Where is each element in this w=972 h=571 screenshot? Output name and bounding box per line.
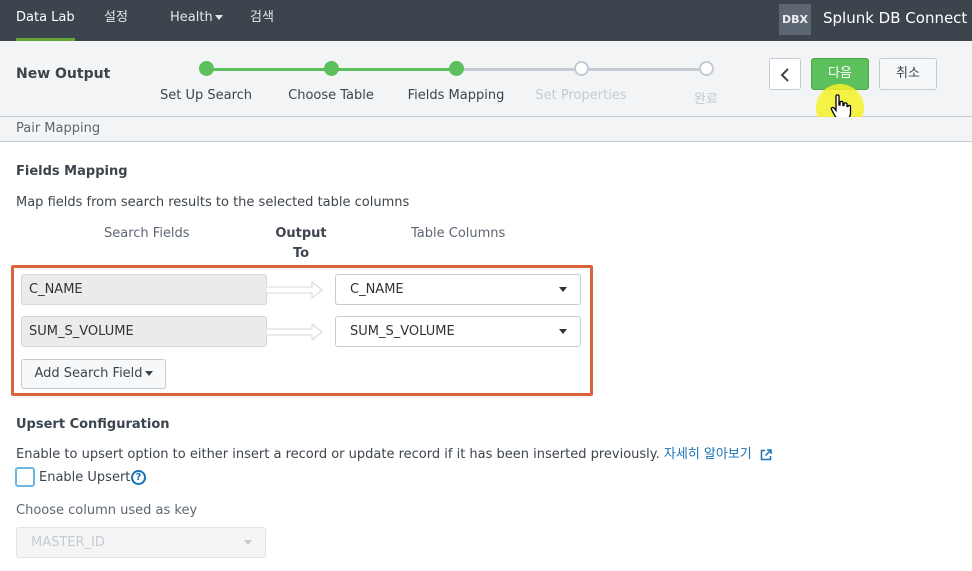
table-column-select-c-name[interactable]: C_NAME — [335, 274, 581, 305]
app-name: Splunk DB Connect — [823, 9, 968, 27]
nav-item-health-label: Health — [170, 10, 213, 25]
upsert-description-text: Enable to upsert option to either insert… — [16, 447, 660, 462]
external-link-icon — [760, 448, 772, 460]
arrow-right-icon — [266, 281, 323, 299]
help-icon[interactable]: ? — [131, 470, 146, 485]
column-header-table-columns: Table Columns — [411, 226, 506, 241]
chevron-down-icon — [244, 540, 252, 545]
step-label-choose-table: Choose Table — [288, 88, 374, 103]
chevron-down-icon — [559, 287, 567, 292]
add-search-field-button[interactable]: Add Search Field — [21, 359, 166, 389]
nav-item-data-lab[interactable]: Data Lab — [16, 0, 75, 41]
column-header-output-to: Output To — [275, 226, 327, 261]
step-dot-done — [699, 61, 714, 76]
search-field-sum-s-volume: SUM_S_VOLUME — [21, 316, 267, 347]
step-dot-choose-table — [324, 61, 339, 76]
nav-item-settings[interactable]: 설정 — [104, 0, 128, 41]
step-label-done: 완료 — [694, 92, 718, 107]
fields-mapping-description: Map fields from search results to the se… — [16, 195, 410, 210]
search-field-c-name: C_NAME — [21, 274, 267, 305]
table-column-value: C_NAME — [350, 282, 404, 297]
step-label-set-properties: Set Properties — [535, 88, 627, 103]
arrow-right-icon — [266, 323, 323, 341]
step-dot-set-properties — [574, 61, 589, 76]
nav-item-search[interactable]: 검색 — [250, 0, 274, 41]
add-search-field-label: Add Search Field — [34, 366, 143, 381]
chevron-down-icon — [214, 15, 223, 20]
breadcrumb: Pair Mapping — [0, 117, 972, 142]
column-header-search-fields: Search Fields — [104, 226, 190, 241]
step-dot-fields-mapping — [449, 61, 464, 76]
app-logo: DBX — [779, 4, 811, 35]
section-title-upsert: Upsert Configuration — [16, 417, 170, 432]
key-column-label: Choose column used as key — [16, 503, 198, 518]
table-column-select-sum-s-volume[interactable]: SUM_S_VOLUME — [335, 316, 581, 347]
chevron-down-icon — [559, 329, 567, 334]
step-label-fields-mapping: Fields Mapping — [407, 88, 505, 103]
cancel-button[interactable]: 취소 — [879, 58, 937, 90]
page-title: New Output — [16, 66, 111, 82]
key-column-select: MASTER_ID — [16, 527, 266, 558]
chevron-left-icon — [780, 68, 789, 82]
back-button[interactable] — [769, 58, 801, 90]
nav-item-health[interactable]: Health — [170, 0, 223, 41]
top-nav: Data Lab 설정 Health 검색 DBX Splunk DB Conn… — [0, 0, 972, 41]
enable-upsert-label: Enable Upsert — [39, 470, 131, 485]
learn-more-link[interactable]: 자세히 알아보기 — [664, 447, 752, 462]
step-dot-setup-search — [199, 61, 214, 76]
chevron-down-icon — [144, 371, 153, 376]
subheader-label: Pair Mapping — [16, 121, 101, 136]
enable-upsert-checkbox[interactable] — [15, 467, 35, 487]
key-column-value: MASTER_ID — [31, 535, 105, 550]
section-title-fields-mapping: Fields Mapping — [16, 164, 128, 179]
table-column-value: SUM_S_VOLUME — [350, 324, 455, 339]
step-label-setup-search: Set Up Search — [159, 88, 253, 103]
upsert-description: Enable to upsert option to either insert… — [16, 443, 772, 462]
